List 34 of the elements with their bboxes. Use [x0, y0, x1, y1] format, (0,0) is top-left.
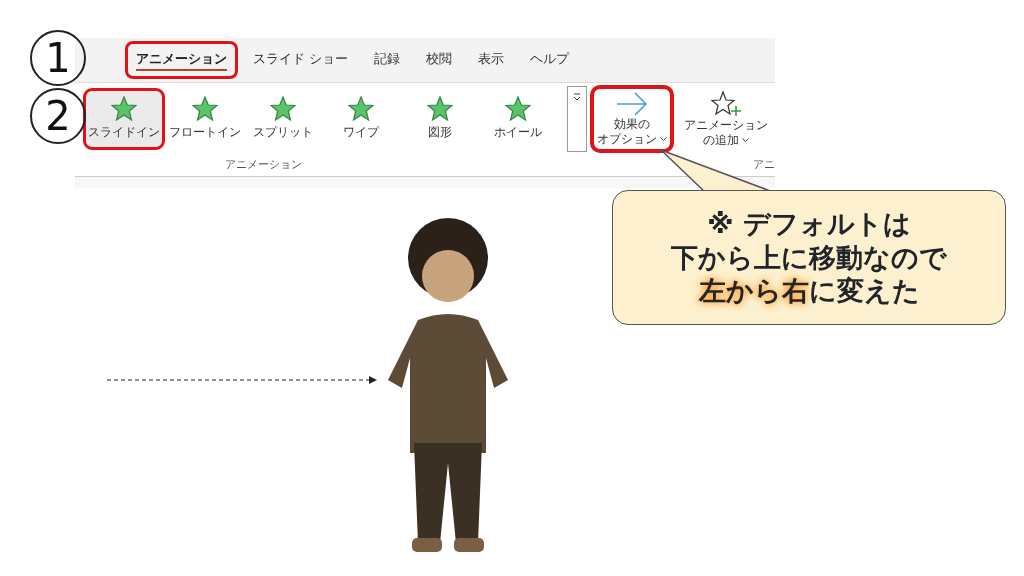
- star-icon: [111, 96, 138, 121]
- effect-options-button[interactable]: 効果の オプション: [589, 84, 674, 153]
- caret-icon: [573, 92, 582, 101]
- animation-option[interactable]: フロートイン: [165, 87, 244, 150]
- animation-option[interactable]: 図形: [400, 87, 479, 150]
- group-label: アニ: [753, 156, 775, 173]
- star-icon: [269, 96, 296, 121]
- ribbon-tab[interactable]: スライド ショー: [242, 41, 360, 79]
- star-plus-icon: [708, 89, 743, 118]
- ribbon-tab[interactable]: 表示: [467, 41, 516, 79]
- chevron-down-icon: [741, 137, 749, 143]
- star-icon: [505, 96, 532, 121]
- animation-option[interactable]: ワイプ: [322, 87, 401, 150]
- animation-option[interactable]: スプリット: [243, 87, 323, 150]
- chevron-down-icon: [659, 136, 667, 142]
- group-label: アニメーション: [225, 156, 302, 173]
- step-number: 1: [30, 30, 86, 86]
- ribbon-tab[interactable]: アニメーション: [125, 41, 238, 79]
- animation-option[interactable]: スライドイン: [83, 87, 166, 150]
- callout-text: 下から上に移動なので: [671, 241, 947, 273]
- gallery-more-button[interactable]: [567, 85, 587, 152]
- callout-text: ※ デフォルトは: [707, 207, 911, 239]
- star-icon: [348, 96, 375, 121]
- step-number: 2: [30, 88, 86, 144]
- animation-option[interactable]: ホイール: [478, 87, 558, 150]
- callout-text: 左から右: [698, 275, 809, 307]
- callout-text: に変えた: [808, 275, 920, 307]
- star-icon: [426, 96, 453, 121]
- star-icon: [191, 96, 218, 121]
- ribbon-tab[interactable]: ヘルプ: [519, 41, 581, 79]
- add-animation-button[interactable]: アニメーション の追加: [676, 83, 775, 154]
- ribbon-tab[interactable]: 校閲: [415, 41, 464, 79]
- ribbon-tab[interactable]: 記録: [363, 41, 412, 79]
- arrow-right-icon: [614, 90, 649, 117]
